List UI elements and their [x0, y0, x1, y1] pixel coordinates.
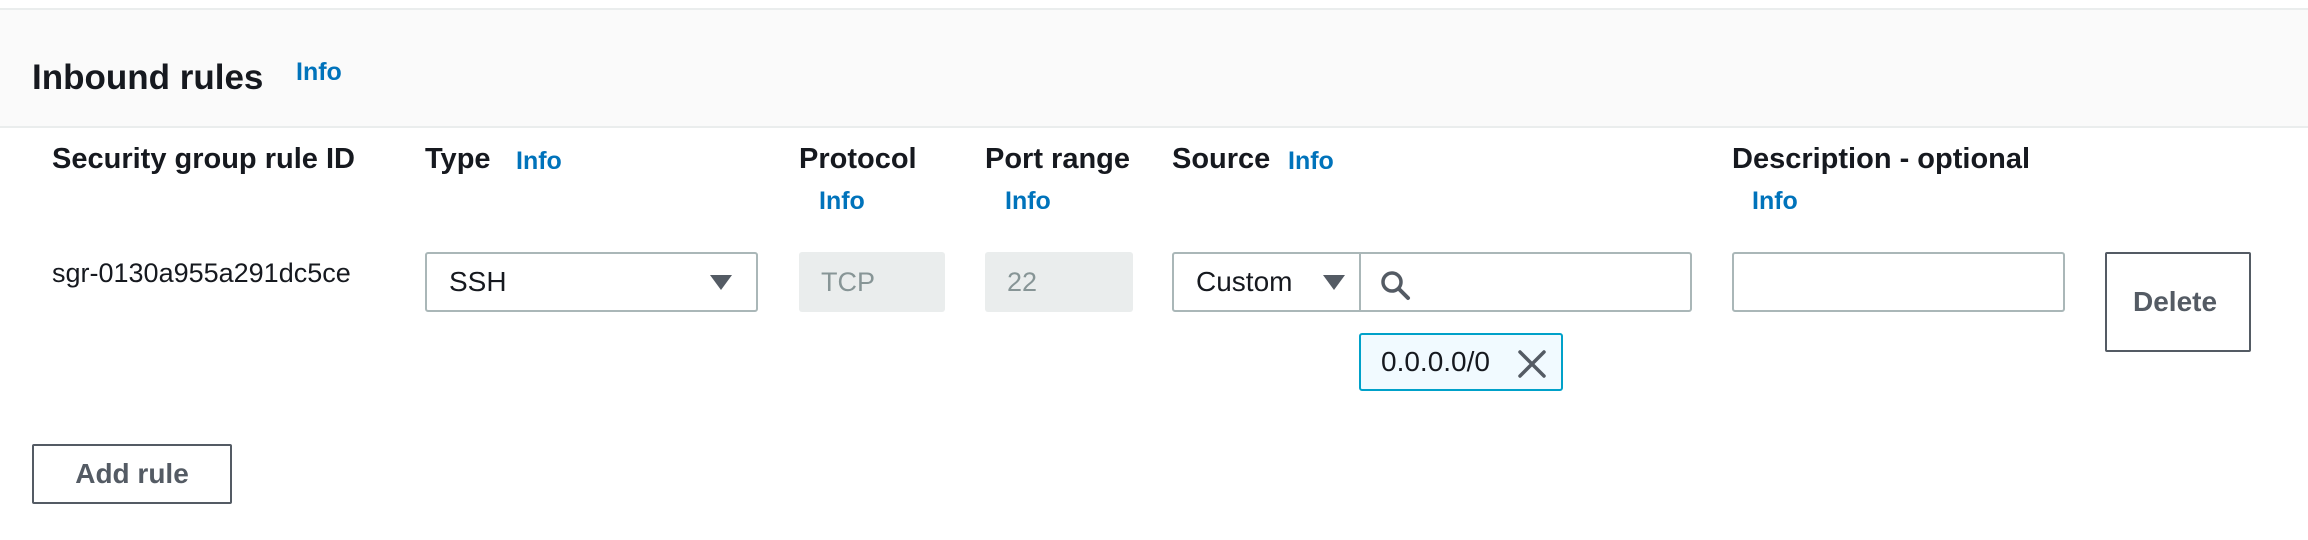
panel-header: Inbound rules: [0, 10, 2308, 128]
description-input[interactable]: [1732, 252, 2065, 312]
source-search-input[interactable]: [1359, 252, 1692, 312]
panel-title: Inbound rules: [32, 58, 264, 97]
source-info-link[interactable]: Info: [1288, 147, 1334, 176]
caret-down-icon: [1323, 275, 1345, 290]
source-mode-select[interactable]: Custom: [1172, 252, 1361, 312]
column-header-rule-id: Security group rule ID: [52, 143, 355, 175]
protocol-info-link[interactable]: Info: [819, 187, 865, 216]
delete-rule-button[interactable]: Delete: [2105, 252, 2251, 352]
source-cidr-value: 0.0.0.0/0: [1381, 346, 1490, 377]
type-select-value: SSH: [449, 266, 507, 297]
column-header-type: Type: [425, 143, 491, 175]
port-range-info-link[interactable]: Info: [1005, 187, 1051, 216]
column-header-port-range: Port range: [985, 143, 1131, 175]
caret-down-icon: [710, 275, 732, 290]
rule-id-value: sgr-0130a955a291dc5ce: [52, 258, 351, 288]
search-icon: [1381, 271, 1410, 300]
type-info-link[interactable]: Info: [516, 147, 562, 176]
source-cidr-token: 0.0.0.0/0: [1359, 333, 1563, 391]
source-mode-value: Custom: [1196, 266, 1293, 297]
panel-info-link[interactable]: Info: [296, 58, 342, 87]
top-divider: [0, 0, 2308, 10]
column-header-description: Description - optional: [1732, 143, 2031, 175]
column-header-protocol: Protocol: [799, 143, 917, 175]
description-info-link[interactable]: Info: [1752, 187, 1798, 216]
type-select[interactable]: SSH: [425, 252, 758, 312]
close-icon[interactable]: [1517, 349, 1547, 379]
protocol-field: TCP: [799, 252, 945, 312]
column-header-source: Source: [1172, 143, 1271, 175]
port-range-field: 22: [985, 252, 1133, 312]
add-rule-button[interactable]: Add rule: [32, 444, 232, 504]
